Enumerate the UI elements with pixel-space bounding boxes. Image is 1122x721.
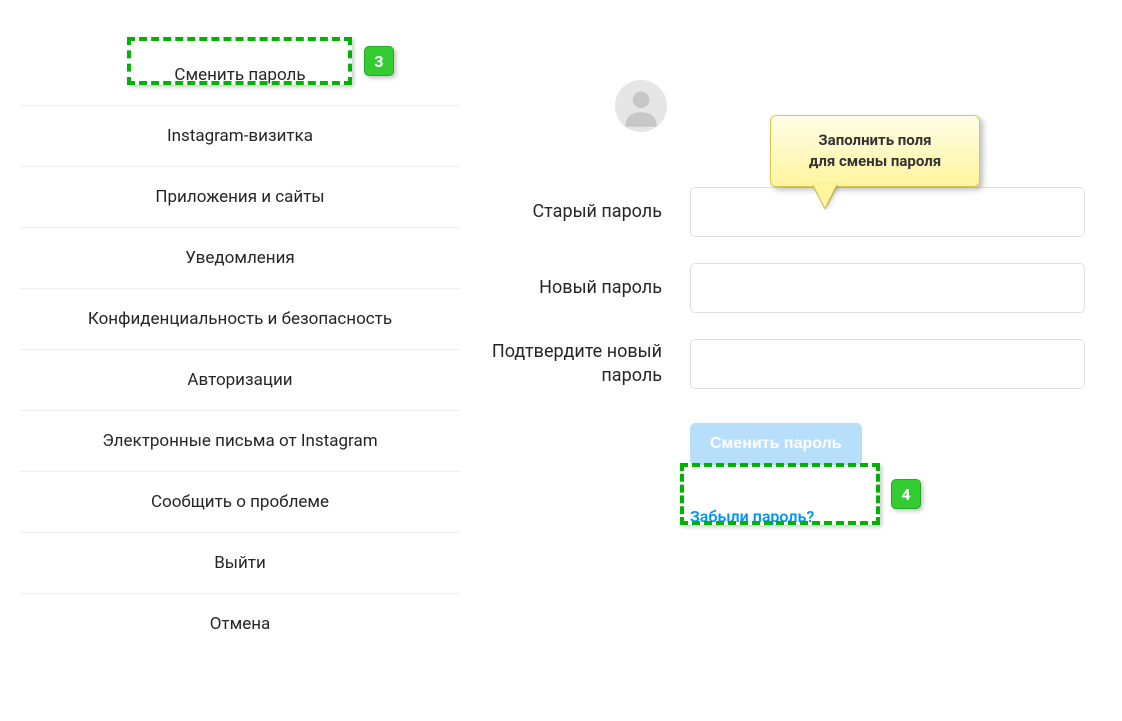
annotation-tooltip: Заполнить поля для смены пароля xyxy=(770,115,980,187)
sidebar-item-label: Сменить пароль xyxy=(174,65,305,85)
sidebar-item-cancel[interactable]: Отмена xyxy=(20,594,460,654)
old-password-label: Старый пароль xyxy=(490,200,690,224)
annotation-step3-badge: 3 xyxy=(364,46,394,76)
sidebar-item-label: Сообщить о проблеме xyxy=(151,492,329,512)
sidebar-item-label: Instagram-визитка xyxy=(167,126,313,146)
tooltip-line1: Заполнить поля xyxy=(789,130,961,151)
sidebar-item-privacy-security[interactable]: Конфиденциальность и безопасность xyxy=(20,289,460,350)
avatar xyxy=(615,80,667,132)
sidebar-item-label: Отмена xyxy=(210,614,271,634)
sidebar-item-label: Авторизации xyxy=(187,370,292,390)
sidebar-item-label: Приложения и сайты xyxy=(155,187,324,207)
sidebar-item-label: Выйти xyxy=(214,553,266,573)
sidebar-item-nametag[interactable]: Instagram-визитка xyxy=(20,106,460,167)
sidebar-item-label: Электронные письма от Instagram xyxy=(102,431,377,451)
sidebar-item-login-activity[interactable]: Авторизации xyxy=(20,350,460,411)
old-password-input[interactable] xyxy=(690,187,1085,237)
confirm-password-input[interactable] xyxy=(690,339,1085,389)
sidebar-item-label: Конфиденциальность и безопасность xyxy=(88,309,392,329)
settings-sidebar: Сменить пароль Instagram-визитка Приложе… xyxy=(20,30,460,654)
sidebar-item-change-password[interactable]: Сменить пароль xyxy=(20,45,460,106)
new-password-input[interactable] xyxy=(690,263,1085,313)
sidebar-item-notifications[interactable]: Уведомления xyxy=(20,228,460,289)
tooltip-line2: для смены пароля xyxy=(789,151,961,172)
sidebar-item-label: Уведомления xyxy=(185,248,295,268)
sidebar-item-report-problem[interactable]: Сообщить о проблеме xyxy=(20,472,460,533)
avatar-placeholder-icon xyxy=(615,80,667,132)
sidebar-item-apps-websites[interactable]: Приложения и сайты xyxy=(20,167,460,228)
sidebar-item-emails[interactable]: Электронные письма от Instagram xyxy=(20,411,460,472)
submit-button[interactable]: Сменить пароль xyxy=(690,423,862,465)
new-password-label: Новый пароль xyxy=(490,276,690,300)
annotation-step4-badge: 4 xyxy=(891,479,921,509)
confirm-password-label: Подтвердите новый пароль xyxy=(490,340,690,389)
sidebar-item-logout[interactable]: Выйти xyxy=(20,533,460,594)
forgot-password-link[interactable]: Забыли пароль? xyxy=(690,507,814,526)
